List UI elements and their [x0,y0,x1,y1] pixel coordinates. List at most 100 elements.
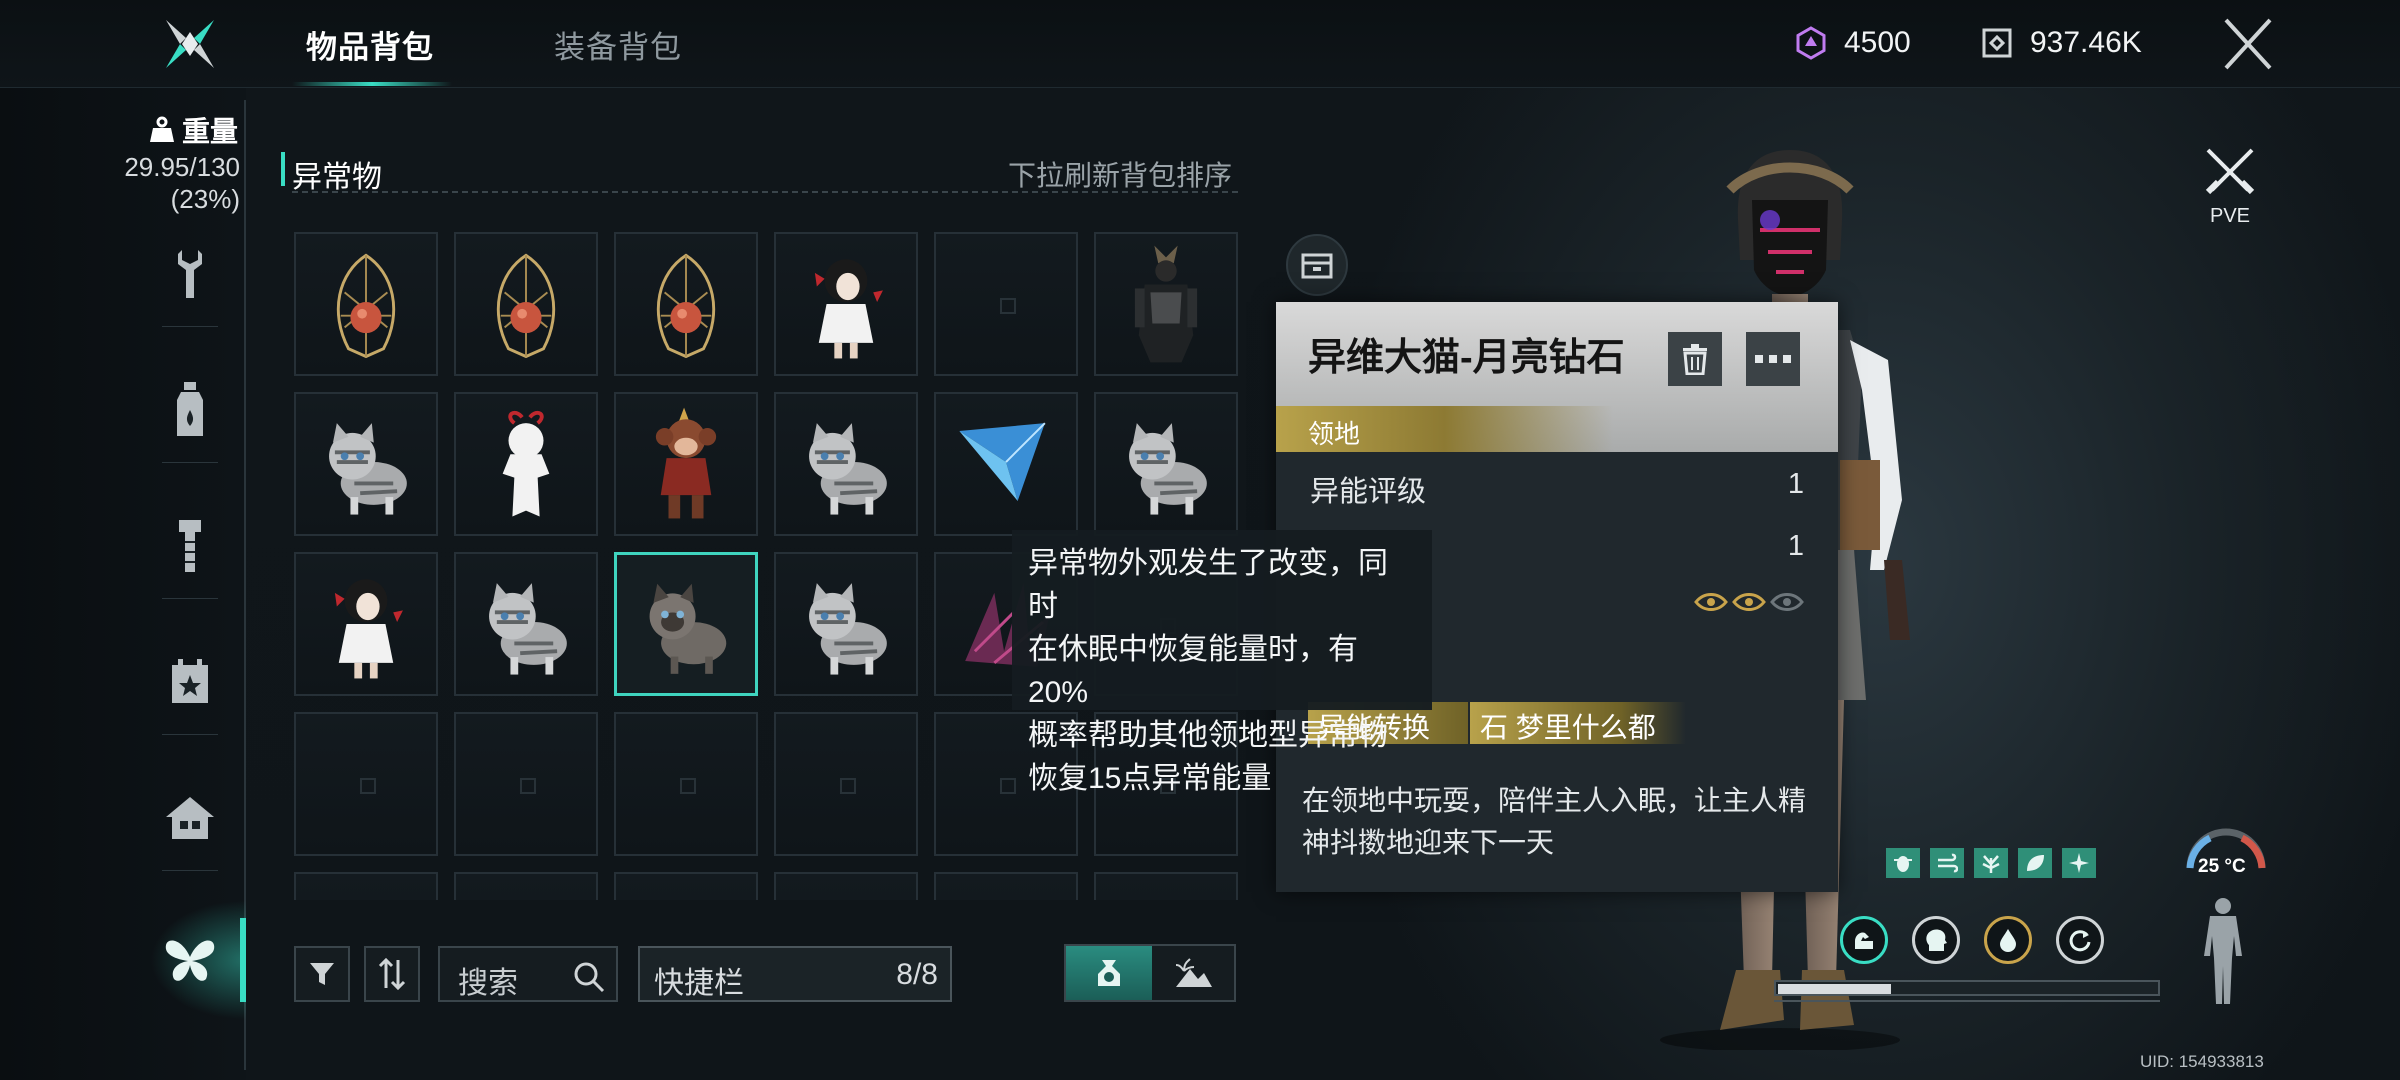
discard-button[interactable] [1668,332,1722,386]
storage-box-icon [1301,253,1333,279]
toggle-anomaly-view[interactable] [1066,946,1152,1000]
item-slot[interactable] [614,392,758,536]
refresh-sort-hint: 下拉刷新背包排序 [1008,160,1233,191]
empty-slot[interactable] [774,872,918,900]
currency-energy[interactable]: 4500 [1794,26,1911,60]
stat-row: 异能评级 1 [1276,454,1838,514]
empty-slot[interactable] [1094,872,1238,900]
toggle-island-view[interactable] [1152,946,1236,1000]
house-icon [166,797,214,839]
item-slot[interactable] [1094,392,1238,536]
trash-icon [1683,344,1707,375]
active-tab-underline [292,82,452,86]
item-slot[interactable] [294,552,438,696]
item-type-banner: 领地 [1276,406,1838,452]
section-accent-bar [281,152,285,186]
stat-value: 1 [1787,530,1804,562]
eye-icon [1770,593,1804,611]
tab-item-bag[interactable]: 物品背包 [306,22,434,67]
storage-button[interactable] [1286,234,1348,296]
game-logo-icon[interactable] [160,14,220,74]
item-slot[interactable] [294,232,438,376]
empty-slot[interactable] [454,872,598,900]
top-bar: 物品背包 装备背包 4500 937.46K [0,0,2400,88]
bolt-icon [179,520,201,572]
calendar-star-icon [172,659,208,703]
item-name: 异维大猫-月亮钻石 [1308,337,1625,379]
item-slot[interactable] [294,392,438,536]
rarity-eyes [1694,592,1804,612]
mind-status[interactable] [1912,916,1960,964]
hydration-status[interactable] [1984,916,2032,964]
sidebar-separator [162,462,218,463]
sidebar-item-consumables[interactable] [160,380,220,440]
plant-icon [1982,855,2000,873]
empty-slot-marker [520,778,536,794]
empty-slot[interactable] [294,872,438,900]
island-icon [1175,958,1212,987]
empty-slot[interactable] [934,872,1078,900]
sidebar-item-anomalies[interactable] [160,930,220,990]
arm-icon [1855,932,1873,949]
sidebar-item-materials[interactable] [160,516,220,576]
tab-equipment-bag[interactable]: 装备背包 [554,22,682,67]
water-drop-icon [2000,929,2016,952]
empty-slot[interactable] [614,712,758,856]
item-slot[interactable] [454,552,598,696]
empty-slot-marker [840,778,856,794]
filter-button[interactable] [294,946,350,1002]
strength-status[interactable] [1840,916,1888,964]
sidebar-item-events[interactable] [160,652,220,712]
item-type-label: 领地 [1308,419,1361,449]
status-progress-bar [1774,980,2160,996]
currency-coin[interactable]: 937.46K [1980,26,2142,60]
view-toggle [1064,944,1236,1002]
buff-bar [1886,848,2096,878]
crossed-swords-icon [2205,148,2255,195]
section-title: 异常物 [292,161,382,194]
filter-icon [310,963,334,985]
item-slot[interactable] [934,392,1078,536]
sidebar-active-indicator [240,918,246,1002]
sidebar-item-tools[interactable] [160,244,220,304]
spark-icon [2069,853,2089,873]
item-grid-overflow [294,872,1254,900]
pve-label: PVE [2209,205,2251,227]
body-status-icon[interactable] [2196,896,2250,1008]
quickbar-count: 8/8 [896,958,938,991]
empty-slot[interactable] [934,232,1078,376]
item-slot[interactable] [614,232,758,376]
item-slot[interactable] [454,232,598,376]
buff-slot[interactable] [2018,848,2052,878]
energy-crystal-icon [1796,26,1826,60]
bottle-icon [177,382,203,436]
item-slot[interactable] [774,392,918,536]
quickbar-label: 快捷栏 [654,967,744,1000]
vital-status-row [1840,916,2104,964]
item-slot[interactable] [774,552,918,696]
sort-button[interactable] [364,946,420,1002]
quickbar-button[interactable]: 快捷栏 8/8 [638,946,952,1002]
sidebar-separator [162,326,218,327]
pve-mode-button[interactable]: PVE [2200,146,2260,227]
item-slot[interactable] [1094,232,1238,376]
empty-slot[interactable] [294,712,438,856]
search-input[interactable]: 搜索 [438,946,618,1002]
sidebar-item-home[interactable] [160,788,220,848]
empty-slot[interactable] [774,712,918,856]
empty-slot[interactable] [614,872,758,900]
recovery-status[interactable] [2056,916,2104,964]
close-icon[interactable] [2222,16,2274,72]
buff-slot[interactable] [1930,848,1964,878]
buff-slot[interactable] [1974,848,2008,878]
item-slot[interactable] [614,552,758,696]
buff-slot[interactable] [1886,848,1920,878]
more-options-button[interactable] [1746,332,1800,386]
section-divider [292,191,1238,193]
item-slot[interactable] [454,392,598,536]
item-slot[interactable] [774,232,918,376]
wrench-icon [178,250,202,298]
empty-slot[interactable] [454,712,598,856]
buff-slot[interactable] [2062,848,2096,878]
empty-slot-marker [1000,298,1016,314]
